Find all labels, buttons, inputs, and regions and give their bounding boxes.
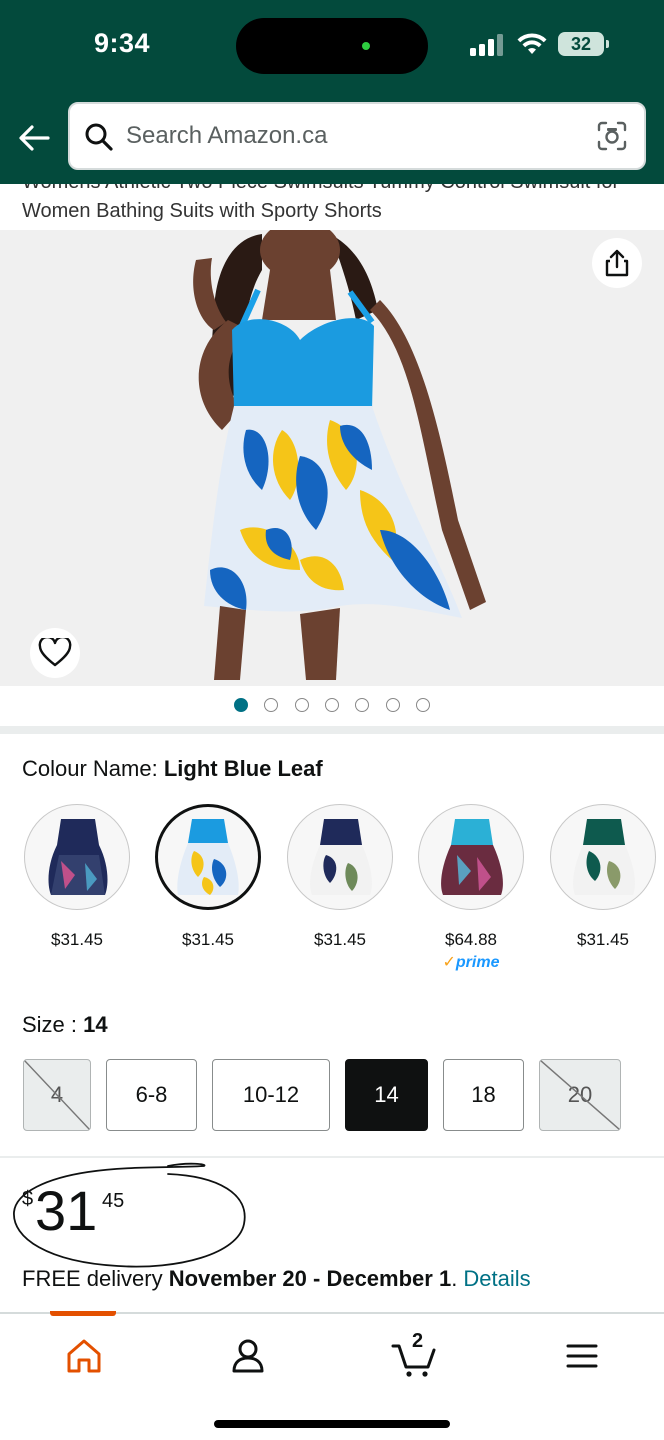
- size-option-unavailable[interactable]: 20: [539, 1059, 621, 1131]
- battery-icon: 32: [558, 32, 604, 56]
- hand-drawn-circle-annotation: [13, 1162, 246, 1268]
- section-divider: [0, 726, 664, 734]
- wishlist-button[interactable]: [30, 628, 80, 678]
- size-option-selected[interactable]: 14: [345, 1059, 428, 1131]
- swatch-thumbnail: [24, 804, 130, 910]
- colour-selected-name: Light Blue Leaf: [163, 756, 323, 781]
- swatch-price: $31.45: [577, 930, 629, 949]
- product-image[interactable]: [0, 230, 664, 686]
- colour-swatch-selected[interactable]: $31.45: [153, 804, 263, 950]
- colour-swatch[interactable]: $31.45: [285, 804, 395, 950]
- account-icon[interactable]: [226, 1334, 270, 1378]
- app-header: 9:34 32: [0, 0, 664, 184]
- size-label: Size : 14: [22, 1012, 108, 1038]
- colour-label: Colour Name: Light Blue Leaf: [22, 756, 323, 782]
- signal-icon: [470, 34, 504, 56]
- size-option-label: 6-8: [135, 1082, 168, 1107]
- status-time: 9:34: [94, 28, 151, 58]
- home-indicator[interactable]: [214, 1420, 450, 1428]
- unavailable-strike: [540, 1060, 620, 1130]
- delivery-details-link[interactable]: Details: [463, 1266, 530, 1291]
- swatch-thumbnail: [418, 804, 524, 910]
- cart-button[interactable]: 2: [390, 1330, 442, 1378]
- product-title-line2: Women Bathing Suits with Sporty Shorts: [22, 200, 382, 222]
- delivery-info: FREE delivery November 20 - December 1. …: [22, 1266, 531, 1292]
- search-input[interactable]: [126, 104, 566, 168]
- bottom-nav: 2: [0, 1311, 664, 1440]
- delivery-suffix: .: [451, 1266, 464, 1291]
- swatch-price: $31.45: [314, 930, 366, 949]
- camera-indicator-icon: [362, 42, 370, 50]
- swatch-thumbnail: [155, 804, 261, 910]
- size-option[interactable]: 6-8: [106, 1059, 197, 1131]
- swatch-thumbnail: [550, 804, 656, 910]
- search-box[interactable]: [68, 102, 646, 170]
- size-option-unavailable[interactable]: 4: [23, 1059, 91, 1131]
- size-selected-value: 14: [83, 1012, 108, 1037]
- carousel-dot[interactable]: [385, 697, 400, 712]
- status-icons: 32: [470, 30, 610, 60]
- delivery-prefix: FREE delivery: [22, 1266, 169, 1291]
- menu-icon[interactable]: [560, 1334, 604, 1378]
- home-icon[interactable]: [62, 1334, 106, 1378]
- dynamic-island: [236, 18, 428, 74]
- camera-search-icon[interactable]: [596, 120, 628, 152]
- colour-label-prefix: Colour Name:: [22, 756, 164, 781]
- size-option-label: 14: [374, 1082, 399, 1107]
- search-icon: [85, 123, 113, 151]
- product-photo: [193, 230, 486, 680]
- carousel-dot[interactable]: [233, 697, 248, 712]
- carousel-dot[interactable]: [416, 697, 431, 712]
- cart-count: 2: [412, 1330, 424, 1352]
- unavailable-strike: [24, 1060, 90, 1130]
- product-title-line1: Womens Athletic Two Piece Swimsuits Tumm…: [22, 184, 619, 194]
- share-button[interactable]: [592, 238, 642, 288]
- carousel-dot[interactable]: [355, 697, 370, 712]
- size-option-label: 18: [471, 1082, 496, 1107]
- image-carousel-dots[interactable]: [0, 696, 664, 716]
- carousel-dot[interactable]: [294, 697, 309, 712]
- active-tab-indicator: [50, 1311, 116, 1316]
- prime-badge: ✓prime: [442, 954, 500, 971]
- swatch-price: $31.45: [182, 930, 234, 949]
- carousel-dot[interactable]: [325, 697, 339, 712]
- heart-icon: [38, 638, 72, 667]
- colour-swatch[interactable]: $31.45: [548, 804, 658, 950]
- swatch-price: $31.45: [51, 930, 103, 949]
- delivery-dates: November 20 - December 1: [168, 1266, 452, 1291]
- battery-tip: [606, 40, 609, 48]
- size-option[interactable]: 10-12: [212, 1059, 330, 1131]
- swatch-price: $64.88: [445, 930, 497, 949]
- size-option[interactable]: 18: [443, 1059, 524, 1131]
- prime-label: prime: [455, 954, 500, 971]
- colour-swatch[interactable]: $64.88 ✓prime: [416, 804, 526, 972]
- size-option-label: 10-12: [242, 1082, 300, 1107]
- size-label-prefix: Size :: [22, 1012, 84, 1037]
- share-icon: [605, 249, 629, 277]
- wifi-icon: [517, 33, 547, 54]
- back-arrow-icon[interactable]: [14, 118, 54, 158]
- product-title: Womens Athletic Two Piece Swimsuits Tumm…: [0, 184, 664, 230]
- carousel-dot[interactable]: [264, 697, 279, 712]
- swatch-thumbnail: [287, 804, 393, 910]
- colour-swatch[interactable]: $31.45: [22, 804, 132, 950]
